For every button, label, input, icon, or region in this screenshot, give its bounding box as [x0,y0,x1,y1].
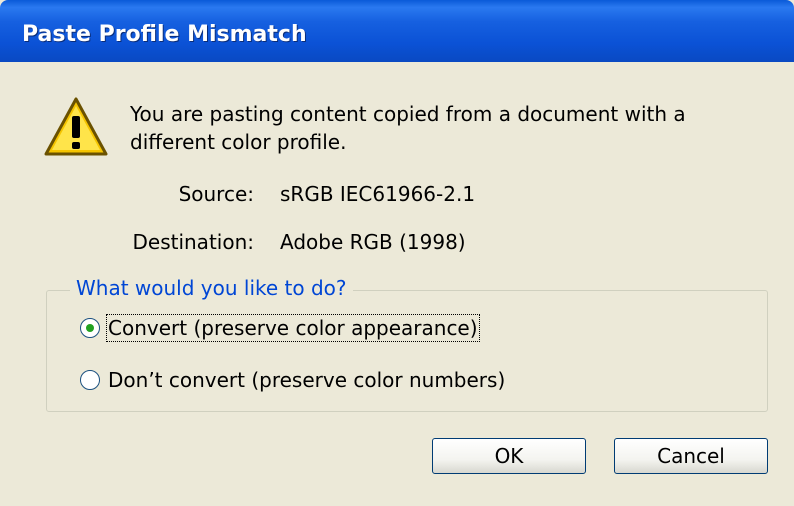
convert-option-label[interactable]: Convert (preserve color appearance) [106,314,480,342]
paste-profile-dialog: Paste Profile Mismatch You are pasting c… [0,0,794,506]
dialog-title: Paste Profile Mismatch [22,22,307,47]
title-bar[interactable]: Paste Profile Mismatch [0,0,794,62]
dont-convert-radio[interactable] [80,370,100,390]
mismatch-message: You are pasting content copied from a do… [130,102,686,154]
source-value: sRGB IEC61966-2.1 [280,182,476,206]
ok-button[interactable]: OK [432,438,586,474]
source-label: Source: [178,182,254,206]
dont-convert-option[interactable]: Don’t convert (preserve color numbers) [80,368,505,392]
dont-convert-option-label[interactable]: Don’t convert (preserve color numbers) [108,368,505,392]
destination-label: Destination: [132,230,254,254]
warning-icon [44,97,108,156]
destination-value: Adobe RGB (1998) [280,230,466,254]
convert-option[interactable]: Convert (preserve color appearance) [80,314,480,342]
cancel-button[interactable]: Cancel [614,438,768,474]
action-group-label: What would you like to do? [70,276,353,300]
convert-radio[interactable] [80,318,100,338]
action-group [46,290,768,412]
